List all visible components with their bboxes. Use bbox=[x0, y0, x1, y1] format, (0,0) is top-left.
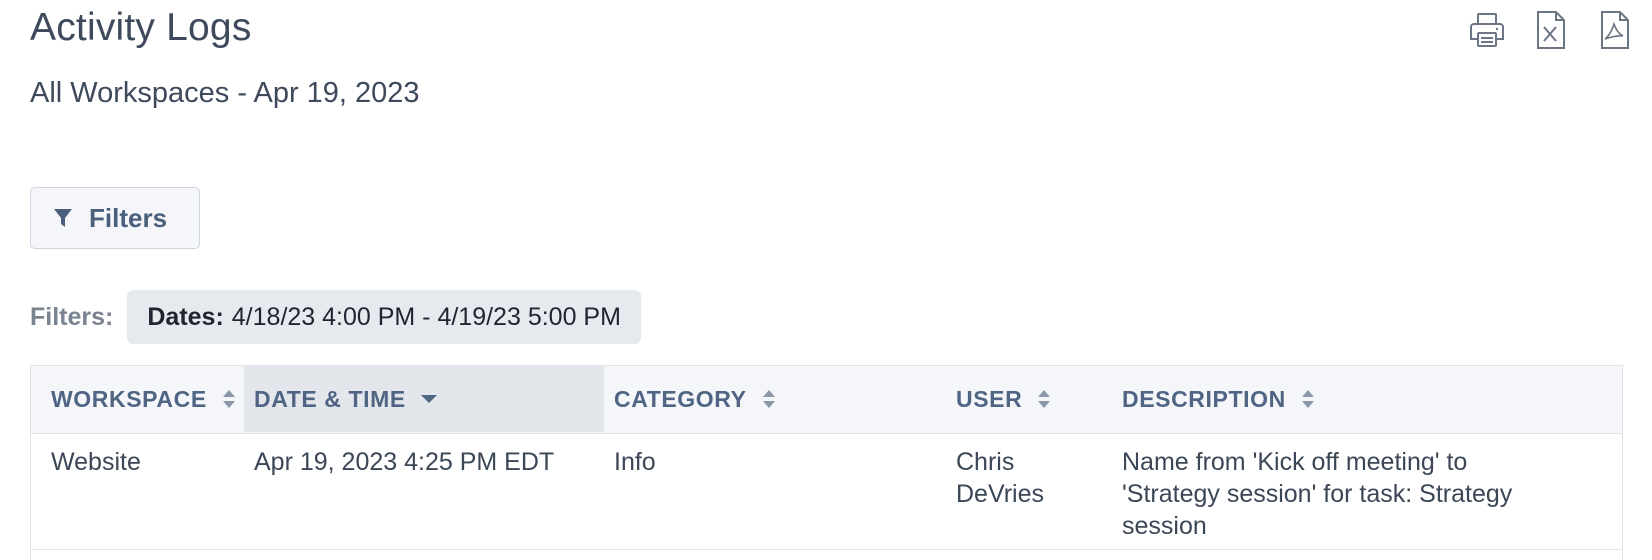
column-header-label: DATE & TIME bbox=[254, 385, 406, 412]
sort-both-icon bbox=[1300, 388, 1316, 410]
sort-both-icon bbox=[221, 388, 237, 410]
activity-log-table: WORKSPACE DATE & TIME CATEGORY USER DESC… bbox=[30, 365, 1623, 560]
sort-descending-icon bbox=[420, 393, 438, 405]
cell-description-line: 'Strategy session' for task: Strategy bbox=[1122, 480, 1513, 508]
cell-description-line: Name from 'Kick off meeting' to bbox=[1122, 448, 1468, 476]
cell-date-time: Apr 19, 2023 4:25 PM EDT bbox=[254, 448, 555, 476]
filters-button[interactable]: Filters bbox=[30, 187, 200, 249]
cell-category: Info bbox=[614, 448, 656, 476]
row-divider bbox=[31, 549, 1622, 550]
activity-logs-page: Activity Logs All Workspaces - Apr 19, 2… bbox=[0, 0, 1652, 560]
column-header-label: DESCRIPTION bbox=[1122, 385, 1286, 412]
cell-description-line: session bbox=[1122, 512, 1207, 540]
cell-workspace: Website bbox=[51, 448, 141, 476]
excel-icon[interactable] bbox=[1532, 10, 1570, 50]
cell-user-line: Chris bbox=[956, 448, 1015, 476]
filter-chip-dates[interactable]: Dates: 4/18/23 4:00 PM - 4/19/23 5:00 PM bbox=[127, 290, 641, 344]
pdf-icon[interactable] bbox=[1596, 10, 1634, 50]
export-toolbar bbox=[1468, 10, 1634, 50]
cell-user: Chris DeVries bbox=[956, 446, 1044, 510]
filter-chip-value: 4/18/23 4:00 PM - 4/19/23 5:00 PM bbox=[231, 302, 621, 331]
page-title: Activity Logs bbox=[30, 6, 252, 49]
cell-description: Name from 'Kick off meeting' to 'Strateg… bbox=[1122, 446, 1512, 542]
active-filters-label: Filters: bbox=[30, 302, 114, 331]
filters-button-label: Filters bbox=[89, 202, 168, 233]
active-filters-bar: Filters: Dates: 4/18/23 4:00 PM - 4/19/2… bbox=[30, 290, 641, 344]
column-header-workspace[interactable]: WORKSPACE bbox=[31, 366, 244, 432]
column-header-label: USER bbox=[956, 385, 1023, 412]
column-header-date-time[interactable]: DATE & TIME bbox=[244, 366, 604, 432]
column-header-label: CATEGORY bbox=[614, 385, 747, 412]
column-header-user[interactable]: USER bbox=[956, 366, 1052, 432]
table-header: WORKSPACE DATE & TIME CATEGORY USER DESC… bbox=[31, 366, 1622, 434]
cell-user-line: DeVries bbox=[956, 480, 1044, 508]
filter-chip-key: Dates: bbox=[147, 302, 224, 331]
page-subtitle: All Workspaces - Apr 19, 2023 bbox=[30, 77, 420, 109]
sort-both-icon bbox=[761, 388, 777, 410]
column-header-label: WORKSPACE bbox=[51, 385, 207, 412]
column-header-category[interactable]: CATEGORY bbox=[614, 366, 777, 432]
column-header-description[interactable]: DESCRIPTION bbox=[1122, 366, 1316, 432]
printer-icon[interactable] bbox=[1468, 10, 1506, 50]
sort-both-icon bbox=[1036, 388, 1052, 410]
filter-funnel-icon bbox=[53, 207, 73, 229]
